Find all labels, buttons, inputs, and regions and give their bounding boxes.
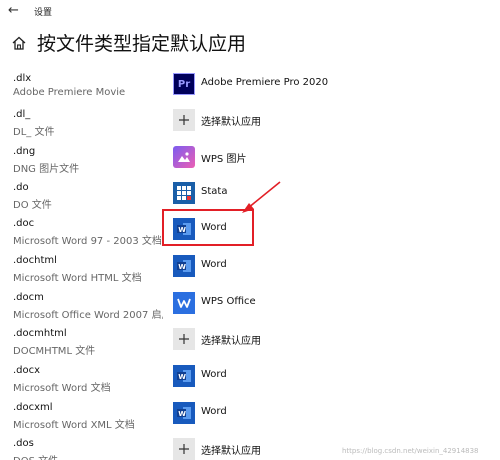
file-extension: .dochtml bbox=[13, 255, 57, 266]
word-icon[interactable]: W bbox=[173, 365, 195, 387]
list-item: .docmhtml DOCMHTML 文件 选择默认应用 bbox=[0, 328, 500, 364]
list-item: .dochtml Microsoft Word HTML 文档 W Word bbox=[0, 255, 500, 291]
plus-icon[interactable] bbox=[173, 438, 195, 460]
annotation-arrow-icon bbox=[242, 181, 281, 213]
list-item: .docx Microsoft Word 文档 W Word bbox=[0, 365, 500, 401]
file-extension: .docxml bbox=[13, 402, 53, 413]
wps-office-icon[interactable] bbox=[173, 292, 195, 314]
svg-text:W: W bbox=[178, 373, 186, 381]
default-app-button[interactable]: Adobe Premiere Pro 2020 bbox=[201, 77, 328, 88]
file-extension: .dos bbox=[13, 438, 34, 449]
stata-icon[interactable] bbox=[173, 182, 195, 204]
file-type-list: .dlx Adobe Premiere Movie Pr Adobe Premi… bbox=[0, 55, 500, 460]
default-app-button[interactable]: Word bbox=[201, 406, 227, 417]
file-description: DOS 文件 bbox=[13, 452, 58, 460]
file-extension: .dl_ bbox=[13, 109, 31, 120]
svg-text:W: W bbox=[178, 410, 186, 418]
file-description: Microsoft Word 97 - 2003 文档 bbox=[13, 236, 162, 247]
window-title: 设置 bbox=[34, 8, 53, 18]
list-item: .dng DNG 图片文件 WPS 图片 bbox=[0, 146, 500, 182]
choose-default-app-button[interactable]: 选择默认应用 bbox=[201, 442, 261, 457]
default-app-button[interactable]: WPS Office bbox=[201, 296, 256, 307]
file-extension: .doc bbox=[13, 218, 35, 229]
default-app-button[interactable]: Word bbox=[201, 369, 227, 380]
default-app-button[interactable]: WPS 图片 bbox=[201, 150, 246, 165]
file-description: Microsoft Office Word 2007 启用宏的... bbox=[13, 310, 163, 321]
back-arrow-icon[interactable]: ← bbox=[8, 3, 19, 18]
file-description: DO 文件 bbox=[13, 200, 52, 211]
file-extension: .docm bbox=[13, 292, 44, 303]
file-extension: .dlx bbox=[13, 73, 32, 84]
file-extension: .do bbox=[13, 182, 29, 193]
file-extension: .docx bbox=[13, 365, 41, 376]
word-icon[interactable]: W bbox=[173, 255, 195, 277]
plus-icon[interactable] bbox=[173, 109, 195, 131]
watermark: https://blog.csdn.net/weixin_42914838 bbox=[342, 447, 479, 455]
wps-picture-icon[interactable] bbox=[173, 146, 195, 168]
list-item: .dl_ DL_ 文件 选择默认应用 bbox=[0, 109, 500, 145]
file-extension: .docmhtml bbox=[13, 328, 67, 339]
file-description: DNG 图片文件 bbox=[13, 164, 80, 175]
home-icon[interactable] bbox=[12, 36, 26, 50]
svg-text:W: W bbox=[178, 263, 186, 271]
file-extension: .dng bbox=[13, 146, 36, 157]
highlight-box bbox=[162, 209, 254, 246]
list-item: .docm Microsoft Office Word 2007 启用宏的...… bbox=[0, 292, 500, 328]
file-description: DL_ 文件 bbox=[13, 127, 55, 138]
plus-icon[interactable] bbox=[173, 328, 195, 350]
file-description: DOCMHTML 文件 bbox=[13, 346, 96, 357]
file-description: Microsoft Word HTML 文档 bbox=[13, 273, 142, 284]
choose-default-app-button[interactable]: 选择默认应用 bbox=[201, 332, 261, 347]
file-description: Microsoft Word XML 文档 bbox=[13, 420, 135, 431]
file-description: Microsoft Word 文档 bbox=[13, 383, 111, 394]
file-description: Adobe Premiere Movie bbox=[13, 87, 126, 98]
premiere-pro-icon[interactable]: Pr bbox=[173, 73, 195, 95]
list-item: .dlx Adobe Premiere Movie Pr Adobe Premi… bbox=[0, 73, 500, 109]
page-title: 按文件类型指定默认应用 bbox=[37, 33, 247, 55]
premiere-label: Pr bbox=[177, 78, 191, 90]
default-app-button[interactable]: Stata bbox=[201, 186, 227, 197]
title-bar: ← 设置 bbox=[0, 0, 500, 22]
word-icon[interactable]: W bbox=[173, 402, 195, 424]
default-app-button[interactable]: Word bbox=[201, 259, 227, 270]
choose-default-app-button[interactable]: 选择默认应用 bbox=[201, 113, 261, 128]
list-item: .docxml Microsoft Word XML 文档 W Word bbox=[0, 402, 500, 438]
